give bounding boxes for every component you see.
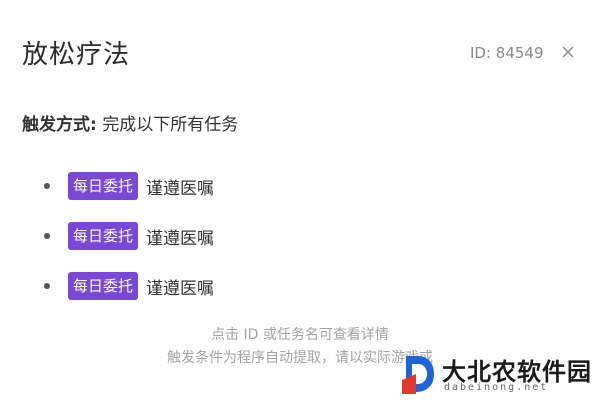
task-type-badge: 每日委托 bbox=[68, 222, 139, 250]
hint-text-line-1: 点击 ID 或任务名可查看详情 bbox=[211, 327, 389, 343]
list-item: 每日委托 谨遵医嘱 bbox=[44, 262, 214, 310]
task-name-link[interactable]: 谨遵医嘱 bbox=[146, 274, 214, 299]
watermark-logo-icon bbox=[400, 352, 438, 396]
task-type-badge: 每日委托 bbox=[68, 272, 139, 300]
task-type-badge: 每日委托 bbox=[68, 172, 139, 200]
close-button[interactable] bbox=[558, 42, 578, 62]
page-title: 放松疗法 bbox=[22, 40, 131, 70]
list-item: 每日委托 谨遵医嘱 bbox=[44, 162, 214, 210]
task-id-label[interactable]: ID: 84549 bbox=[470, 44, 544, 62]
task-name-link[interactable]: 谨遵医嘱 bbox=[146, 224, 214, 249]
task-detail-panel: 放松疗法 ID: 84549 触发方式: 完成以下所有任务 每日委托 谨遵医嘱 … bbox=[0, 0, 600, 396]
bullet-dot-icon bbox=[44, 183, 50, 189]
task-list: 每日委托 谨遵医嘱 每日委托 谨遵医嘱 每日委托 谨遵医嘱 bbox=[44, 162, 214, 312]
bullet-dot-icon bbox=[44, 233, 50, 239]
list-item: 每日委托 谨遵医嘱 bbox=[44, 212, 214, 260]
bullet-dot-icon bbox=[44, 283, 50, 289]
watermark-domain: dabeinong.net bbox=[444, 382, 549, 393]
trigger-condition: 触发方式: 完成以下所有任务 bbox=[22, 110, 238, 135]
close-icon bbox=[558, 42, 578, 62]
task-name-link[interactable]: 谨遵医嘱 bbox=[146, 174, 214, 199]
trigger-value: 完成以下所有任务 bbox=[102, 115, 239, 135]
site-watermark: 大北农软件园 dabeinong.net bbox=[398, 352, 600, 396]
trigger-label: 触发方式: bbox=[22, 115, 97, 135]
